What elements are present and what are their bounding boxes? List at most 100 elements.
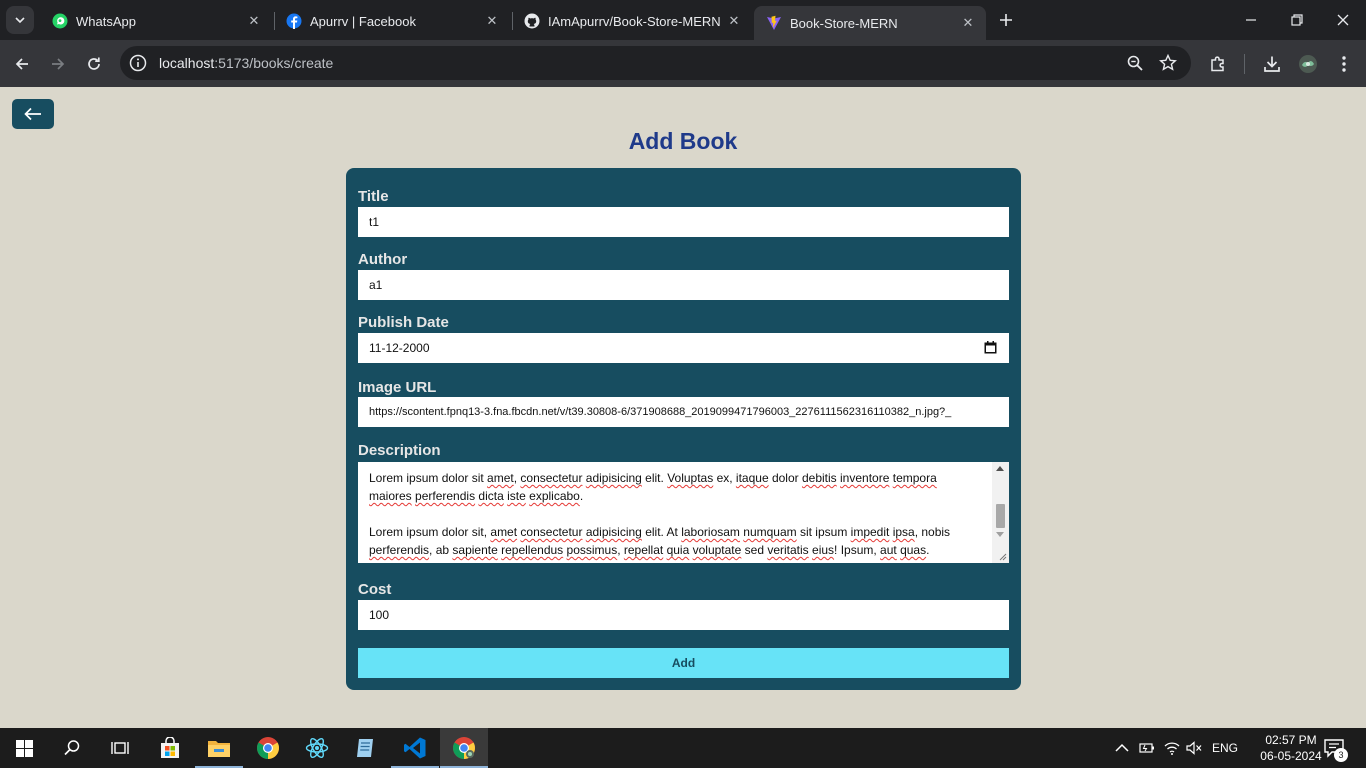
misspelled-word: consectetur — [520, 471, 583, 485]
tab-search-button[interactable] — [6, 6, 34, 34]
url-path: :5173/books/create — [214, 55, 334, 71]
scrollbar-thumb[interactable] — [996, 504, 1005, 528]
misspelled-word: impedit — [850, 525, 890, 539]
misspelled-word: itaque — [735, 471, 769, 485]
text-run: . — [926, 543, 930, 557]
text-run: , — [617, 543, 624, 557]
task-view-button[interactable] — [96, 728, 144, 768]
address-bar[interactable]: localhost:5173/books/create — [120, 46, 1191, 80]
profile-avatar-icon[interactable] — [1298, 54, 1318, 74]
show-hidden-icons-button[interactable] — [1114, 740, 1130, 756]
misspelled-word: numquam — [743, 525, 797, 539]
arrow-left-icon — [24, 107, 41, 121]
reload-icon — [88, 57, 100, 70]
image-url-label: Image URL — [358, 379, 437, 396]
notepad-icon — [357, 739, 373, 757]
zoom-icon[interactable] — [1126, 54, 1144, 72]
author-label: Author — [358, 251, 408, 268]
more-menu-icon[interactable] — [1334, 54, 1354, 74]
tab-whatsapp[interactable]: WhatsApp ✕ — [40, 6, 272, 36]
tab-github[interactable]: IAmApurrv/Book-Store-MERN ✕ — [512, 6, 752, 36]
author-input[interactable]: a1 — [358, 270, 1009, 300]
wifi-icon — [1164, 742, 1180, 755]
toolbar-divider — [1244, 54, 1245, 74]
battery-tray[interactable] — [1139, 740, 1155, 756]
new-tab-button[interactable] — [994, 8, 1018, 32]
arrow-right-icon — [52, 58, 65, 70]
reload-button[interactable] — [80, 50, 108, 78]
misspelled-word: debitis — [801, 471, 837, 485]
misspelled-word: consectetur — [520, 525, 583, 539]
cost-input[interactable]: 100 — [358, 600, 1009, 630]
resize-handle-icon[interactable] — [999, 553, 1007, 561]
taskbar-file-explorer[interactable] — [195, 728, 243, 768]
publish-date-input[interactable]: 11-12-2000 — [358, 333, 1009, 363]
close-icon[interactable]: ✕ — [724, 11, 744, 31]
publish-date-label: Publish Date — [358, 314, 449, 331]
text-run: sed — [741, 543, 768, 557]
site-info-icon[interactable] — [129, 54, 147, 72]
facebook-icon — [286, 13, 302, 29]
misspelled-word: quia — [666, 543, 690, 557]
description-scrollbar[interactable] — [992, 462, 1009, 563]
image-url-input[interactable]: https://scontent.fpnq13-3.fna.fbcdn.net/… — [358, 397, 1009, 427]
tab-title: WhatsApp — [76, 13, 136, 29]
search-button[interactable] — [48, 728, 96, 768]
system-clock[interactable]: 02:57 PM 06-05-2024 — [1256, 732, 1326, 764]
taskbar-chrome[interactable] — [244, 728, 292, 768]
taskbar-react-app[interactable] — [293, 728, 341, 768]
start-button[interactable] — [0, 728, 48, 768]
close-icon[interactable]: ✕ — [244, 11, 264, 31]
tab-title: Book-Store-MERN — [790, 15, 898, 31]
misspelled-word: veritatis — [767, 543, 809, 557]
chrome-icon — [257, 737, 279, 759]
close-window-button[interactable] — [1320, 0, 1366, 40]
taskbar-vscode[interactable] — [391, 728, 439, 768]
back-button[interactable] — [12, 99, 54, 129]
misspelled-word: quas — [900, 543, 927, 557]
misspelled-word: eius — [812, 543, 835, 557]
github-icon — [524, 13, 540, 29]
tab-facebook[interactable]: Apurrv | Facebook ✕ — [274, 6, 510, 36]
text-run: , nobis — [914, 525, 951, 539]
misspelled-word: maiores — [369, 489, 412, 503]
title-label: Title — [358, 188, 389, 205]
bookmark-star-icon[interactable] — [1159, 54, 1177, 72]
volume-tray[interactable] — [1186, 740, 1202, 756]
extensions-icon[interactable] — [1208, 54, 1228, 74]
restore-button[interactable] — [1274, 0, 1320, 40]
add-button[interactable]: Add — [358, 648, 1009, 678]
calendar-icon[interactable] — [984, 341, 997, 354]
taskbar-notepad[interactable] — [342, 728, 390, 768]
scroll-down-icon[interactable] — [996, 532, 1004, 537]
forward-nav-button[interactable] — [44, 50, 72, 78]
misspelled-word: Voluptas — [667, 471, 714, 485]
whatsapp-icon — [52, 13, 68, 29]
misspelled-word: tempora — [892, 471, 937, 485]
close-icon[interactable]: ✕ — [958, 13, 978, 33]
close-icon — [1337, 14, 1349, 26]
minimize-button[interactable] — [1228, 0, 1274, 40]
misspelled-word: laboriosam — [681, 525, 740, 539]
download-icon[interactable] — [1262, 54, 1282, 74]
taskbar-chrome-active[interactable] — [440, 728, 488, 768]
language-indicator[interactable]: ENG — [1212, 741, 1238, 755]
tab-book-store-active[interactable]: Book-Store-MERN ✕ — [754, 6, 986, 40]
back-nav-button[interactable] — [8, 50, 36, 78]
taskbar-store[interactable] — [146, 728, 194, 768]
misspelled-word: dicta — [478, 489, 504, 503]
description-label: Description — [358, 442, 441, 459]
close-icon[interactable]: ✕ — [482, 11, 502, 31]
chevron-up-icon — [1115, 743, 1129, 752]
clock-date: 06-05-2024 — [1260, 749, 1322, 763]
title-input[interactable]: t1 — [358, 207, 1009, 237]
scroll-up-icon[interactable] — [996, 466, 1004, 471]
misspelled-word: repellat — [623, 543, 664, 557]
vite-icon — [767, 15, 781, 30]
text-run: Lorem ipsum dolor sit — [369, 471, 488, 485]
wifi-tray[interactable] — [1164, 740, 1180, 756]
search-icon — [64, 740, 80, 756]
add-book-form: Title t1 Author a1 Publish Date 11-12-20… — [346, 168, 1021, 690]
browser-tab-strip: WhatsApp ✕ Apurrv | Facebook ✕ IAmApurrv… — [0, 0, 1366, 40]
description-textarea[interactable]: Lorem ipsum dolor sit amet, consectetur … — [358, 462, 1009, 563]
